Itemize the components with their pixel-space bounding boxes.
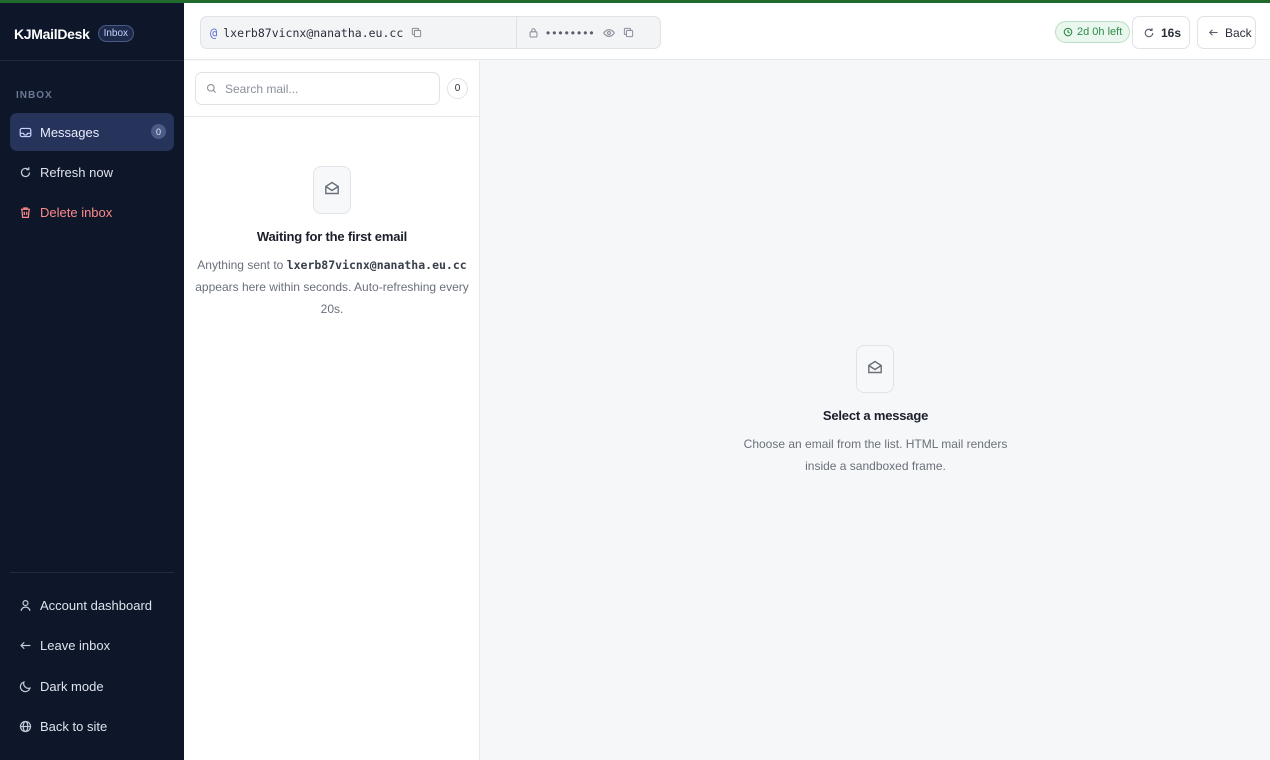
expiry-badge: 2d 0h left: [1055, 21, 1131, 43]
list-divider: [184, 116, 480, 117]
viewer-empty-text: Choose an email from the list. HTML mail…: [481, 433, 1270, 477]
empty-text-prefix: Anything sent to: [197, 258, 284, 272]
search-icon: [204, 82, 218, 96]
viewer-text-line2: inside a sandboxed frame.: [805, 459, 946, 473]
at-icon: @: [210, 25, 218, 40]
copy-icon[interactable]: [622, 26, 636, 40]
viewer-empty-title: Select a message: [822, 408, 929, 423]
inbox-icon: [18, 125, 32, 139]
lock-icon: [526, 26, 540, 40]
viewer-empty-icon-box: [856, 345, 894, 393]
empty-text-line2: appears here within seconds. Auto-refres…: [195, 280, 469, 294]
sidebar-item-refresh[interactable]: Refresh now: [10, 153, 174, 191]
open-envelope-icon: [867, 359, 883, 380]
sidebar: KJMailDesk Inbox INBOX Messages 0 Refres…: [0, 3, 184, 760]
credentials-box: @ lxerb87vicnx@nanatha.eu.cc ••••••••: [200, 16, 661, 49]
email-address: lxerb87vicnx@nanatha.eu.cc: [223, 25, 404, 40]
sidebar-item-messages[interactable]: Messages 0: [10, 113, 174, 151]
sidebar-item-label: Back to site: [40, 718, 108, 734]
refresh-icon: [1143, 26, 1155, 40]
message-viewer-panel: Select a message Choose an email from th…: [481, 61, 1270, 760]
refresh-timer-button[interactable]: 16s: [1132, 16, 1190, 49]
sidebar-item-dark-mode[interactable]: Dark mode: [10, 667, 174, 705]
trash-icon: [18, 205, 32, 219]
globe-icon: [18, 719, 32, 733]
sidebar-item-label: Account dashboard: [40, 597, 153, 613]
messages-count-badge: 0: [151, 124, 166, 139]
mail-list-panel: 0 Waiting for the first email Anything s…: [184, 61, 480, 760]
brand[interactable]: KJMailDesk Inbox: [14, 25, 135, 42]
sidebar-item-leave-inbox[interactable]: Leave inbox: [10, 626, 174, 664]
empty-state-title: Waiting for the first email: [256, 229, 408, 244]
sidebar-section-label: INBOX: [16, 90, 53, 101]
back-label: Back: [1225, 25, 1252, 40]
sidebar-item-back-to-site[interactable]: Back to site: [10, 707, 174, 745]
sidebar-item-label: Refresh now: [40, 164, 113, 180]
sidebar-divider: [0, 60, 184, 61]
arrow-left-icon: [1208, 26, 1219, 40]
mail-count-badge: 0: [447, 78, 468, 99]
empty-text-line3: 20s.: [320, 302, 344, 316]
expiry-text: 2d 0h left: [1077, 26, 1123, 38]
sidebar-item-label: Dark mode: [40, 678, 104, 694]
brand-name: KJMailDesk: [14, 25, 90, 42]
sidebar-item-label: Delete inbox: [40, 204, 113, 220]
user-icon: [18, 598, 32, 612]
email-address-field[interactable]: @ lxerb87vicnx@nanatha.eu.cc: [201, 17, 517, 48]
sidebar-item-label: Messages: [40, 124, 100, 140]
search-input[interactable]: [225, 81, 425, 96]
arrow-left-icon: [18, 638, 32, 652]
brand-badge: Inbox: [97, 25, 135, 42]
password-field[interactable]: ••••••••: [517, 17, 660, 48]
eye-icon[interactable]: [602, 26, 616, 40]
empty-state-text: Anything sent to lxerb87vicnx@nanatha.eu…: [194, 254, 470, 320]
copy-icon[interactable]: [409, 26, 423, 40]
sidebar-divider: [10, 572, 174, 573]
search-box: [195, 72, 440, 105]
sidebar-item-label: Leave inbox: [40, 637, 111, 653]
empty-inbox-icon-box: [313, 166, 351, 214]
viewer-text-line1: Choose an email from the list. HTML mail…: [743, 437, 1008, 451]
empty-state-email: lxerb87vicnx@nanatha.eu.cc: [286, 258, 467, 272]
sidebar-item-account-dashboard[interactable]: Account dashboard: [10, 586, 174, 624]
top-bar: @ lxerb87vicnx@nanatha.eu.cc •••••••• 2d…: [184, 3, 1270, 60]
sidebar-item-delete-inbox[interactable]: Delete inbox: [10, 193, 174, 231]
password-mask: ••••••••: [546, 25, 596, 40]
clock-icon: [1063, 27, 1073, 37]
back-button[interactable]: Back: [1197, 16, 1256, 49]
refresh-icon: [18, 165, 32, 179]
open-envelope-icon: [324, 180, 340, 201]
moon-icon: [18, 679, 32, 693]
refresh-timer: 16s: [1161, 25, 1182, 40]
